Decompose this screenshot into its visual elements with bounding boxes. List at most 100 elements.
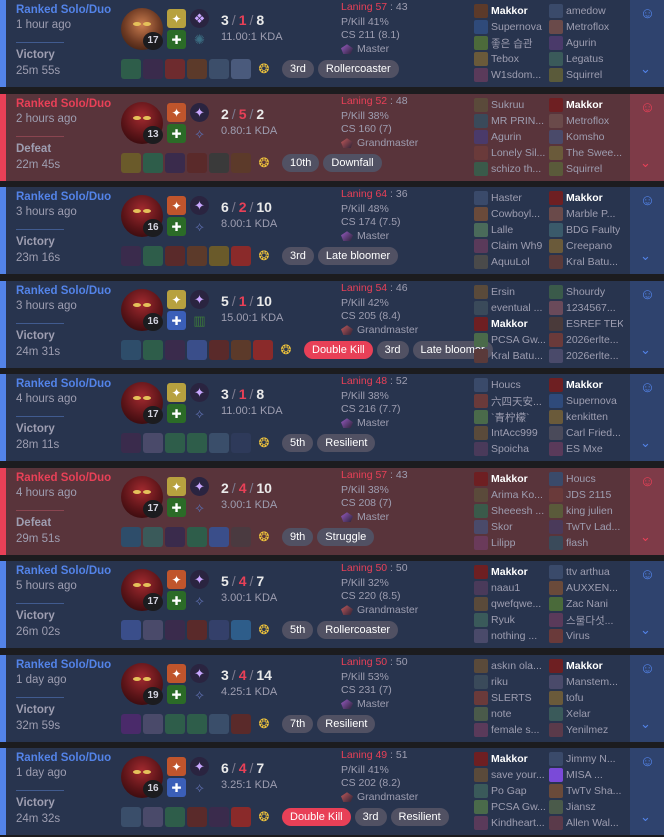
player-name[interactable]: Skor (491, 521, 513, 533)
item-slot[interactable] (231, 527, 251, 547)
item-slot[interactable] (143, 246, 163, 266)
player-entry[interactable]: `青柠檬` (474, 409, 548, 425)
item-slot[interactable] (121, 807, 141, 827)
player-name[interactable]: 2026erlte... (566, 350, 619, 362)
match-row[interactable]: Ranked Solo/Duo 1 day ago Victory 24m 32s 16… (0, 748, 664, 835)
player-entry[interactable]: Xelar (549, 706, 623, 722)
item-slot[interactable] (209, 153, 229, 173)
expand-panel[interactable]: ☺ ⌄ (630, 94, 664, 181)
player-name[interactable]: Arima Ko... (491, 489, 543, 501)
player-entry[interactable]: Agurin (474, 129, 548, 145)
item-slot[interactable] (231, 620, 251, 640)
player-entry[interactable]: king julien (549, 503, 623, 519)
player-entry[interactable]: Makkor (474, 564, 548, 580)
item-slot[interactable] (187, 527, 207, 547)
player-name[interactable]: W1sdom... (491, 69, 541, 81)
item-slot[interactable] (209, 433, 229, 453)
player-name[interactable]: Makkor (491, 5, 528, 17)
item-slot[interactable] (209, 714, 229, 734)
item-slot[interactable] (121, 620, 141, 640)
ai-analysis-icon[interactable]: ☺ (638, 98, 657, 117)
item-slot[interactable] (143, 153, 163, 173)
match-row[interactable]: Ranked Solo/Duo 2 hours ago Defeat 22m 45s 1… (0, 94, 664, 181)
item-slot[interactable] (187, 340, 207, 360)
item-slot[interactable] (231, 340, 251, 360)
player-entry[interactable]: Makkor (474, 751, 548, 767)
match-row[interactable]: Ranked Solo/Duo 5 hours ago Victory 26m 02s… (0, 561, 664, 648)
summoner-spell-icon[interactable]: ✚ (167, 498, 186, 517)
player-entry[interactable]: Shourdy (549, 284, 623, 300)
item-slot[interactable] (187, 714, 207, 734)
keystone-rune-icon[interactable]: ✦ (190, 383, 209, 402)
match-row[interactable]: Ranked Solo/Duo 1 hour ago Victory 25m 55s 1… (0, 0, 664, 87)
player-name[interactable]: Agurin (491, 131, 521, 143)
keystone-rune-icon[interactable]: ✦ (190, 570, 209, 589)
item-slot[interactable] (165, 59, 185, 79)
player-entry[interactable]: 六四天安... (474, 393, 548, 409)
player-name[interactable]: Cowboyl... (491, 208, 540, 220)
keystone-rune-icon[interactable]: ❖ (190, 9, 209, 28)
summoner-spell-icon[interactable]: ✦ (167, 477, 186, 496)
trinket-icon[interactable]: ❂ (254, 714, 274, 734)
player-entry[interactable]: AUXXEN... (549, 580, 623, 596)
player-name[interactable]: Makkor (566, 660, 603, 672)
player-entry[interactable]: SLERTS (474, 690, 548, 706)
trinket-icon[interactable]: ❂ (254, 620, 274, 640)
player-name[interactable]: eventual ... (491, 302, 542, 314)
player-entry[interactable]: 좋은 습관 (474, 35, 548, 51)
keystone-rune-icon[interactable]: ✦ (190, 103, 209, 122)
player-name[interactable]: Claim Wh9 (491, 240, 542, 252)
player-entry[interactable]: AquuLol (474, 254, 548, 270)
player-name[interactable]: MR PRIN... (491, 115, 544, 127)
player-name[interactable]: naau1 (491, 582, 520, 594)
player-entry[interactable]: Kral Batu... (474, 348, 548, 364)
player-entry[interactable]: Makkor (474, 316, 548, 332)
item-slot[interactable] (165, 340, 185, 360)
trinket-icon[interactable]: ❂ (254, 807, 274, 827)
player-entry[interactable]: ES Mxe (549, 441, 623, 457)
expand-panel[interactable]: ☺ ⌄ (630, 655, 664, 742)
player-entry[interactable]: Skor (474, 519, 548, 535)
player-entry[interactable]: The Swee... (549, 145, 623, 161)
player-name[interactable]: Makkor (491, 473, 528, 485)
summoner-spell-icon[interactable]: ✚ (167, 217, 186, 236)
item-slot[interactable] (165, 246, 185, 266)
player-name[interactable]: Agurin (566, 37, 596, 49)
player-name[interactable]: Po Gap (491, 785, 527, 797)
item-slot[interactable] (253, 340, 273, 360)
player-name[interactable]: JDS 2115 (566, 489, 611, 501)
item-slot[interactable] (187, 807, 207, 827)
player-name[interactable]: nothing ... (491, 630, 537, 642)
player-name[interactable]: AUXXEN... (566, 582, 618, 594)
player-name[interactable]: Virus (566, 630, 590, 642)
player-name[interactable]: Makkor (491, 566, 528, 578)
expand-panel[interactable]: ☺ ⌄ (630, 374, 664, 461)
player-name[interactable]: Jimmy N... (566, 753, 616, 765)
player-name[interactable]: Sukruu (491, 99, 524, 111)
player-name[interactable]: 좋은 습관 (491, 36, 533, 51)
summoner-spell-icon[interactable]: ✚ (167, 404, 186, 423)
summoner-spell-icon[interactable]: ✦ (167, 570, 186, 589)
item-slot[interactable] (121, 433, 141, 453)
player-name[interactable]: Jiansz (566, 801, 596, 813)
player-name[interactable]: Supernova (491, 21, 542, 33)
player-name[interactable]: Spoicha (491, 443, 529, 455)
player-name[interactable]: Tebox (491, 53, 519, 65)
chevron-down-icon[interactable]: ⌄ (640, 810, 651, 823)
player-entry[interactable]: Makkor (549, 658, 623, 674)
player-name[interactable]: Lilipp (491, 537, 516, 549)
player-name[interactable]: schizo th... (491, 163, 541, 175)
player-name[interactable]: PCSA Gw... (491, 334, 546, 346)
player-name[interactable]: Squirrel (566, 163, 602, 175)
chevron-down-icon[interactable]: ⌄ (640, 436, 651, 449)
player-name[interactable]: ES Mxe (566, 443, 603, 455)
player-name[interactable]: Yenilmez (566, 724, 608, 736)
player-entry[interactable]: MR PRIN... (474, 113, 548, 129)
summoner-spell-icon[interactable]: ✚ (167, 124, 186, 143)
player-name[interactable]: Makkor (491, 318, 528, 330)
chevron-down-icon[interactable]: ⌄ (640, 62, 651, 75)
player-entry[interactable]: BDG Faulty (549, 222, 623, 238)
item-slot[interactable] (231, 807, 251, 827)
player-entry[interactable]: Sukruu (474, 97, 548, 113)
player-entry[interactable]: Claim Wh9 (474, 238, 548, 254)
